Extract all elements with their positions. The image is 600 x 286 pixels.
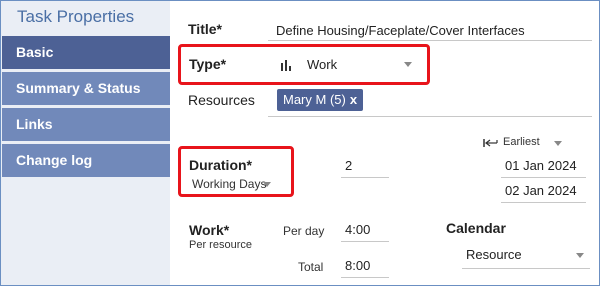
title-field[interactable]: Define Housing/Faceplate/Cover Interface… <box>276 23 525 38</box>
duration-highlight-box <box>178 146 294 197</box>
resource-chip-remove-icon[interactable]: x <box>350 92 357 107</box>
duration-field-underline <box>341 177 389 178</box>
chevron-down-icon <box>554 141 562 146</box>
calendar-label: Calendar <box>446 220 506 236</box>
end-date-underline <box>501 202 586 203</box>
resources-field-underline <box>268 116 592 117</box>
title-label: Title* <box>188 21 222 37</box>
total-underline <box>341 277 389 278</box>
calendar-select[interactable]: Resource <box>462 247 590 267</box>
schedule-mode-value: Earliest <box>503 136 540 148</box>
total-label: Total <box>298 260 324 274</box>
sidebar-item-change-log[interactable]: Change log <box>2 144 170 177</box>
resource-chip-label: Mary M (5) <box>283 92 346 107</box>
resources-label: Resources <box>188 92 255 108</box>
start-date-field[interactable]: 01 Jan 2024 <box>505 158 577 173</box>
calendar-underline <box>462 268 590 269</box>
sidebar-item-links[interactable]: Links <box>2 108 170 141</box>
per-day-underline <box>341 241 389 242</box>
per-day-label: Per day <box>283 224 325 238</box>
total-field[interactable]: 8:00 <box>345 258 370 273</box>
schedule-mode-select[interactable]: Earliest <box>483 136 573 152</box>
duration-value-field[interactable]: 2 <box>345 158 352 173</box>
calendar-value: Resource <box>466 247 522 262</box>
work-sublabel: Per resource <box>189 239 252 251</box>
end-date-field[interactable]: 02 Jan 2024 <box>505 183 577 198</box>
sidebar-item-summary-status[interactable]: Summary & Status <box>2 72 170 105</box>
resource-chip[interactable]: Mary M (5) x <box>277 89 364 111</box>
per-day-field[interactable]: 4:00 <box>345 222 370 237</box>
sidebar-title: Task Properties <box>17 7 135 26</box>
sidebar-item-basic[interactable]: Basic <box>2 36 170 69</box>
earliest-arrow-icon <box>483 139 498 147</box>
title-field-underline <box>268 40 592 41</box>
work-label: Work* <box>189 222 230 238</box>
start-date-underline <box>501 177 586 178</box>
type-highlight-box <box>178 44 430 85</box>
sidebar: Task Properties Basic Summary & Status L… <box>1 1 170 285</box>
chevron-down-icon <box>576 253 584 258</box>
